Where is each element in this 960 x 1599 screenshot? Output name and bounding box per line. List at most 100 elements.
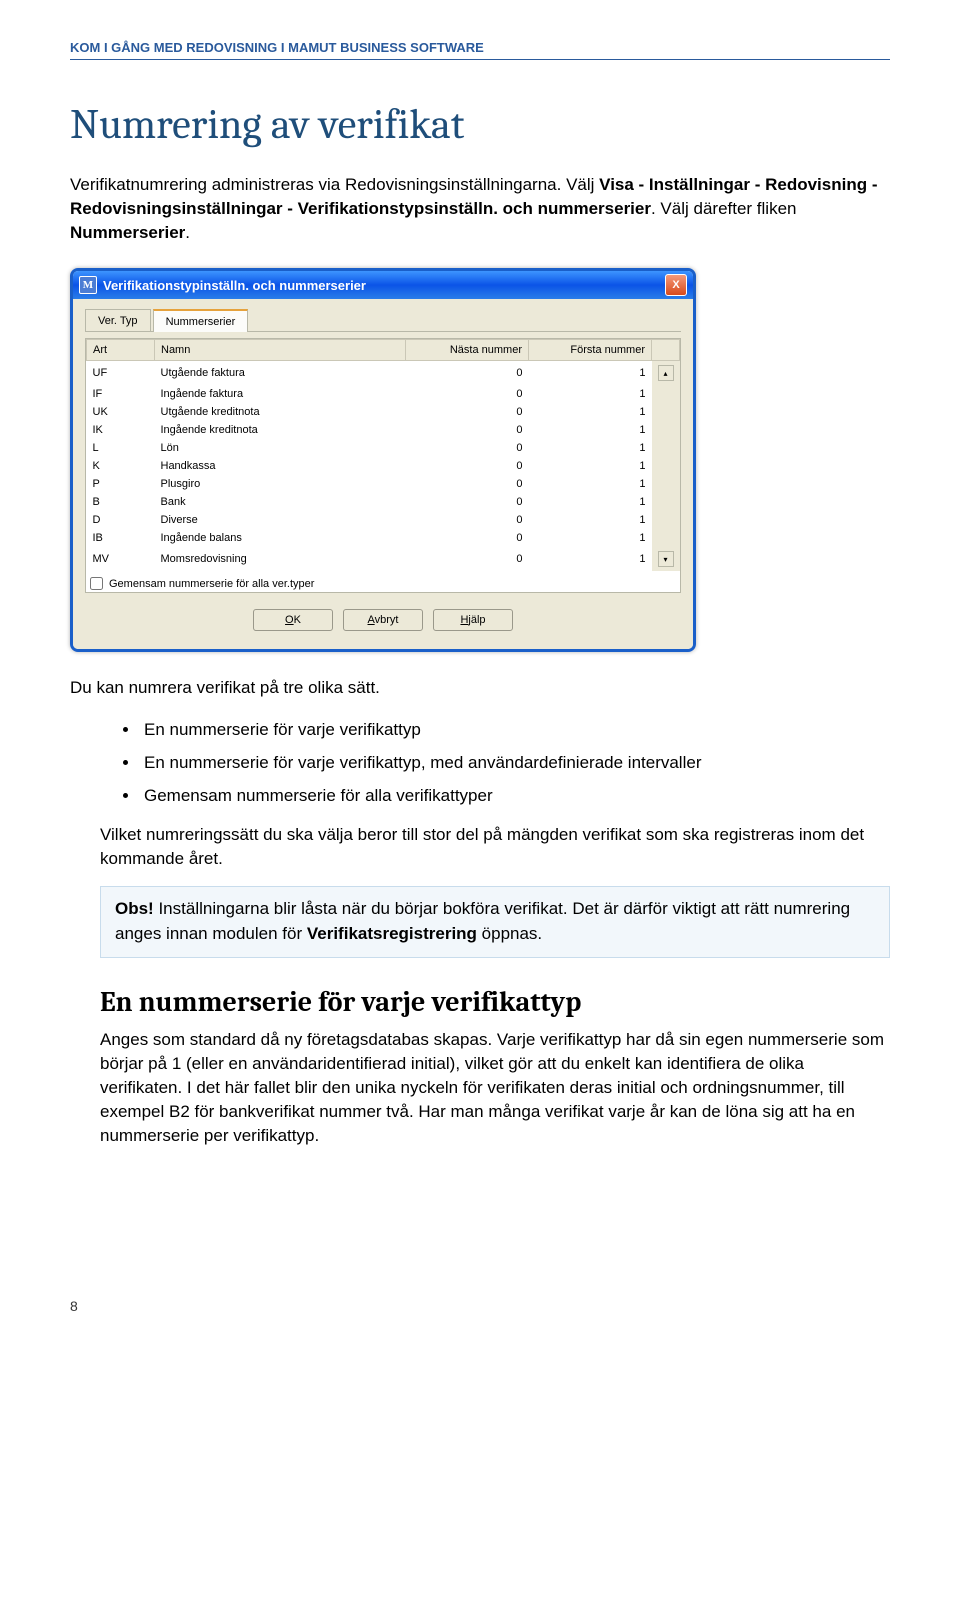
- scroll-gutter: [652, 529, 680, 547]
- follow-paragraph: Vilket numreringssätt du ska välja beror…: [100, 823, 890, 871]
- table-row[interactable]: UKUtgående kreditnota01: [87, 403, 680, 421]
- close-icon: X: [672, 279, 679, 291]
- table-row[interactable]: LLön01: [87, 439, 680, 457]
- cell-namn: Plusgiro: [155, 475, 406, 493]
- callout-lead: Obs!: [115, 899, 154, 918]
- cancel-label-rest: vbryt: [375, 614, 399, 626]
- intro-text-e: .: [185, 223, 190, 242]
- cancel-label-u: A: [368, 614, 375, 626]
- intro-bold-2: Nummerserier: [70, 223, 185, 242]
- cell-forsta: 1: [529, 361, 652, 386]
- cell-nasta: 0: [406, 421, 529, 439]
- cell-forsta: 1: [529, 547, 652, 571]
- cell-art: MV: [87, 547, 155, 571]
- cell-namn: Ingående faktura: [155, 385, 406, 403]
- scroll-down-icon[interactable]: ▾: [658, 551, 674, 567]
- help-button[interactable]: Hjälp: [433, 609, 513, 631]
- cell-art: B: [87, 493, 155, 511]
- cell-art: IF: [87, 385, 155, 403]
- tab-ver-typ[interactable]: Ver. Typ: [85, 309, 151, 331]
- cell-forsta: 1: [529, 475, 652, 493]
- intro-text-a: Verifikatnumrering administreras via Red…: [70, 175, 599, 194]
- list-item: En nummerserie för varje verifikattyp, m…: [140, 749, 890, 778]
- number-series-table: Art Namn Nästa nummer Första nummer UFUt…: [86, 339, 680, 571]
- ok-label-u: O: [285, 614, 294, 626]
- obs-callout: Obs! Inställningarna blir låsta när du b…: [100, 886, 890, 957]
- cancel-button[interactable]: Avbryt: [343, 609, 423, 631]
- section-body: Anges som standard då ny företagsdatabas…: [100, 1028, 890, 1149]
- table-row[interactable]: IKIngående kreditnota01: [87, 421, 680, 439]
- cell-nasta: 0: [406, 511, 529, 529]
- cell-namn: Ingående kreditnota: [155, 421, 406, 439]
- cell-art: L: [87, 439, 155, 457]
- list-item: En nummerserie för varje verifikattyp: [140, 716, 890, 745]
- scroll-gutter: [652, 511, 680, 529]
- col-forsta[interactable]: Första nummer: [529, 340, 652, 361]
- common-series-checkbox[interactable]: [90, 577, 103, 590]
- scroll-up-icon[interactable]: ▴: [658, 365, 674, 381]
- col-nasta[interactable]: Nästa nummer: [406, 340, 529, 361]
- cell-namn: Ingående balans: [155, 529, 406, 547]
- cell-namn: Utgående kreditnota: [155, 403, 406, 421]
- cell-art: UK: [87, 403, 155, 421]
- common-series-label: Gemensam nummerserie för alla ver.typer: [109, 578, 314, 590]
- cell-forsta: 1: [529, 385, 652, 403]
- cell-nasta: 0: [406, 361, 529, 386]
- table-row[interactable]: BBank01: [87, 493, 680, 511]
- scroll-gutter: [652, 457, 680, 475]
- cell-art: IB: [87, 529, 155, 547]
- scroll-gutter: ▾: [652, 547, 680, 571]
- cell-art: IK: [87, 421, 155, 439]
- cell-namn: Lön: [155, 439, 406, 457]
- cell-nasta: 0: [406, 547, 529, 571]
- cell-nasta: 0: [406, 385, 529, 403]
- cell-forsta: 1: [529, 403, 652, 421]
- cell-forsta: 1: [529, 439, 652, 457]
- scroll-gutter: [652, 421, 680, 439]
- cell-namn: Handkassa: [155, 457, 406, 475]
- cell-nasta: 0: [406, 403, 529, 421]
- app-icon: M: [79, 276, 97, 294]
- cell-art: UF: [87, 361, 155, 386]
- cell-art: P: [87, 475, 155, 493]
- help-label-rest: jälp: [468, 614, 485, 626]
- tab-nummerserier[interactable]: Nummerserier: [153, 309, 249, 332]
- cell-forsta: 1: [529, 493, 652, 511]
- col-art[interactable]: Art: [87, 340, 155, 361]
- table-row[interactable]: DDiverse01: [87, 511, 680, 529]
- table-row[interactable]: MVMomsredovisning01 ▾: [87, 547, 680, 571]
- intro-paragraph: Verifikatnumrering administreras via Red…: [70, 173, 890, 244]
- cell-nasta: 0: [406, 493, 529, 511]
- page-number: 8: [70, 1298, 890, 1314]
- callout-text-c: öppnas.: [477, 924, 542, 943]
- scroll-gutter: [652, 475, 680, 493]
- intro-text-c: . Välj därefter fliken: [651, 199, 797, 218]
- document-header: KOM I GÅNG MED REDOVISNING I MAMUT BUSIN…: [70, 40, 890, 60]
- scroll-gutter: [652, 493, 680, 511]
- col-scroll: [652, 340, 680, 361]
- scroll-gutter: [652, 439, 680, 457]
- cell-namn: Momsredovisning: [155, 547, 406, 571]
- table-row[interactable]: PPlusgiro01: [87, 475, 680, 493]
- table-row[interactable]: IFIngående faktura01: [87, 385, 680, 403]
- table-row[interactable]: KHandkassa01: [87, 457, 680, 475]
- cell-nasta: 0: [406, 439, 529, 457]
- table-row[interactable]: IBIngående balans01: [87, 529, 680, 547]
- list-item: Gemensam nummerserie för alla verifikatt…: [140, 782, 890, 811]
- cell-forsta: 1: [529, 421, 652, 439]
- close-button[interactable]: X: [665, 274, 687, 296]
- cell-art: D: [87, 511, 155, 529]
- cell-art: K: [87, 457, 155, 475]
- section-heading: En nummerserie för varje verifikattyp: [100, 986, 890, 1018]
- cell-nasta: 0: [406, 457, 529, 475]
- table-row[interactable]: UFUtgående faktura01▴: [87, 361, 680, 386]
- cell-namn: Diverse: [155, 511, 406, 529]
- ok-button[interactable]: OK: [253, 609, 333, 631]
- col-namn[interactable]: Namn: [155, 340, 406, 361]
- bullet-list: En nummerserie för varje verifikattyp En…: [70, 716, 890, 811]
- page-title: Numrering av verifikat: [70, 100, 890, 149]
- cell-forsta: 1: [529, 529, 652, 547]
- cell-namn: Bank: [155, 493, 406, 511]
- body-text-1: Du kan numrera verifikat på tre olika sä…: [70, 676, 890, 700]
- dialog-title: Verifikationstypinställn. och nummerseri…: [103, 278, 366, 293]
